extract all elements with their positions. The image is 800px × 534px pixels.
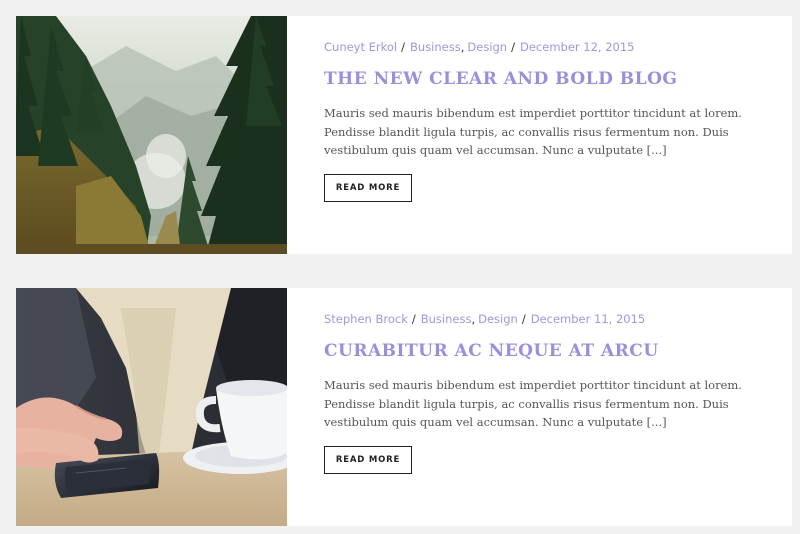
category-separator: , bbox=[471, 312, 476, 326]
category-link[interactable]: Design bbox=[467, 40, 507, 54]
post-meta: Stephen Brock / Business, Design / December 1… bbox=[324, 312, 768, 326]
category-link[interactable]: Business bbox=[410, 40, 461, 54]
category-link[interactable]: Business bbox=[421, 312, 472, 326]
post-excerpt: Mauris sed mauris bibendum est imperdiet… bbox=[324, 106, 742, 157]
post-date-link[interactable]: December 11, 2015 bbox=[531, 312, 646, 326]
meta-separator: / bbox=[511, 40, 515, 54]
meta-separator: / bbox=[411, 312, 416, 326]
post-author-link[interactable]: Cuneyt Erkol bbox=[324, 40, 397, 54]
meta-separator: / bbox=[521, 312, 526, 326]
forest-image bbox=[16, 16, 287, 254]
post-excerpt: Mauris sed mauris bibendum est imperdiet… bbox=[324, 378, 742, 429]
post-title[interactable]: CURABITUR AC NEQUE AT ARCU bbox=[324, 340, 768, 362]
post-date-link[interactable]: December 12, 2015 bbox=[520, 40, 635, 54]
post-thumbnail-forest[interactable] bbox=[16, 16, 287, 254]
post-thumbnail-phone-coffee[interactable] bbox=[16, 288, 287, 526]
post-title[interactable]: THE NEW CLEAR AND BOLD BLOG bbox=[324, 68, 768, 90]
post-content: Cuneyt Erkol / Business, Design / December 12… bbox=[324, 16, 768, 202]
category-separator: , bbox=[460, 40, 465, 54]
blog-post-card: Stephen Brock / Business, Design / December 1… bbox=[16, 288, 792, 526]
blog-post-card: Cuneyt Erkol / Business, Design / December 12… bbox=[16, 16, 792, 254]
post-content: Stephen Brock / Business, Design / December 1… bbox=[324, 288, 768, 474]
post-author-link[interactable]: Stephen Brock bbox=[324, 312, 408, 326]
category-link[interactable]: Design bbox=[478, 312, 518, 326]
phone-coffee-image bbox=[16, 288, 287, 526]
meta-separator: / bbox=[401, 40, 406, 54]
read-more-button[interactable]: READ MORE bbox=[324, 173, 412, 202]
read-more-button[interactable]: READ MORE bbox=[324, 445, 412, 474]
post-meta: Cuneyt Erkol / Business, Design / December 12… bbox=[324, 40, 768, 54]
